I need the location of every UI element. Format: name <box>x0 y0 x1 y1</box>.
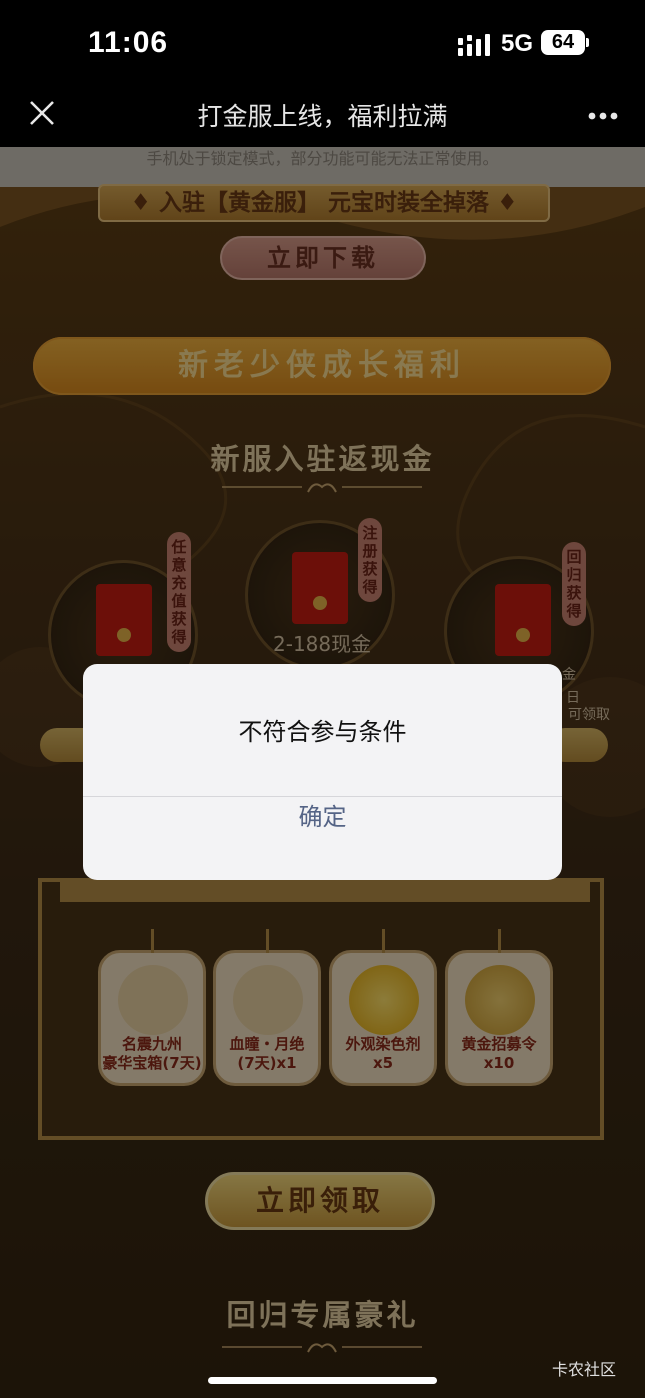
dialog-message: 不符合参与条件 <box>238 718 407 746</box>
alert-dialog: 不符合参与条件 确定 <box>83 664 562 880</box>
confirm-button[interactable]: 确定 <box>83 797 562 880</box>
status-bar: 11:06 5G 64 <box>0 0 645 85</box>
network-type: 5G <box>501 30 534 57</box>
more-icon[interactable] <box>588 112 618 120</box>
battery-icon <box>586 38 589 47</box>
watermark: 卡农社区 <box>552 1360 617 1379</box>
battery-level: 64 <box>541 30 585 55</box>
home-indicator[interactable] <box>208 1377 437 1384</box>
signal-icon <box>458 34 490 56</box>
nav-bar: 打金服上线，福利拉满 <box>0 85 645 147</box>
status-time: 11:06 <box>88 26 169 59</box>
page-title: 打金服上线，福利拉满 <box>197 102 448 131</box>
